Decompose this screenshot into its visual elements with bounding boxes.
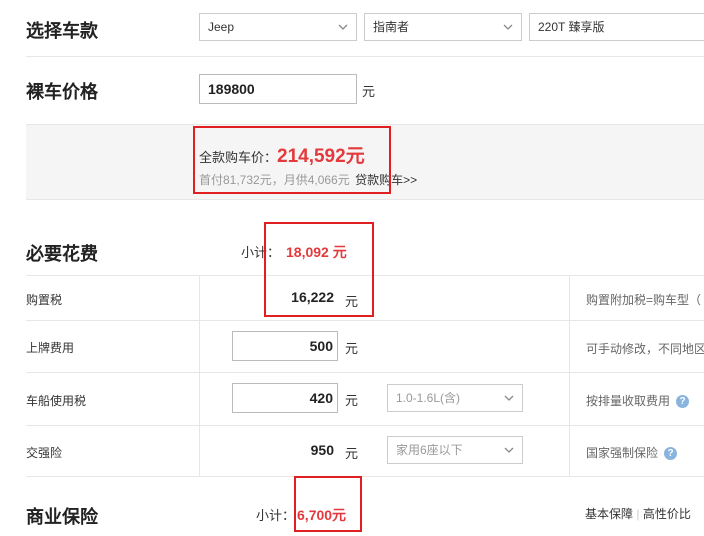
vehicle-tax-label: 车船使用税: [26, 394, 87, 408]
series-select[interactable]: 指南者: [364, 13, 522, 41]
bare-price-input[interactable]: 189800: [199, 74, 357, 104]
vehicle-tax-input[interactable]: 420: [232, 383, 338, 413]
value-plan-link[interactable]: 高性价比: [643, 507, 691, 521]
chevron-down-icon: [338, 24, 348, 30]
table-line: [26, 476, 704, 477]
brand-select[interactable]: Jeep: [199, 13, 357, 41]
commercial-subtotal-label: 小计：: [256, 508, 296, 523]
brand-select-value: Jeep: [208, 20, 235, 34]
chevron-down-icon: [504, 447, 514, 453]
trim-select[interactable]: 220T 臻享版: [529, 13, 704, 41]
compulsory-insurance-value: 950: [310, 442, 334, 458]
displacement-select[interactable]: 1.0-1.6L(含): [387, 384, 523, 412]
displacement-select-value: 1.0-1.6L(含): [396, 391, 461, 405]
seat-select-value: 家用6座以下: [396, 443, 463, 457]
plate-fee-note: 可手动修改，不同地区: [586, 342, 704, 356]
trim-select-value: 220T 臻享版: [538, 20, 605, 34]
series-select-value: 指南者: [373, 20, 410, 34]
table-line: [26, 425, 704, 426]
link-divider: |: [636, 507, 640, 521]
purchase-tax-label: 购置税: [26, 293, 63, 307]
bare-price-title: 裸车价格: [26, 82, 98, 102]
basic-plan-link[interactable]: 基本保障: [585, 507, 633, 521]
plate-fee-input[interactable]: 500: [232, 331, 338, 361]
purchase-tax-note: 购置附加税=购车型（: [586, 293, 702, 307]
vehicle-tax-note-text: 按排量收取费用: [586, 394, 671, 408]
vehicle-tax-unit: 元: [345, 393, 359, 408]
highlight-box: [294, 476, 362, 532]
compulsory-insurance-note-text: 国家强制保险: [586, 446, 659, 460]
chevron-down-icon: [504, 395, 514, 401]
help-icon[interactable]: ?: [676, 395, 690, 409]
help-icon[interactable]: ?: [664, 447, 678, 461]
table-line: [26, 372, 704, 373]
table-line: [569, 275, 570, 476]
highlight-box: [193, 126, 391, 194]
select-model-title: 选择车款: [26, 21, 98, 41]
seat-select[interactable]: 家用6座以下: [387, 436, 523, 464]
vehicle-tax-note: 按排量收取费用?: [586, 392, 690, 409]
table-line: [26, 320, 704, 321]
highlight-box: [264, 222, 374, 317]
plate-fee-label: 上牌费用: [26, 341, 75, 355]
compulsory-insurance-note: 国家强制保险?: [586, 444, 678, 461]
compulsory-insurance-unit: 元: [345, 446, 359, 461]
table-line: [199, 275, 200, 476]
insurance-plan-links: 基本保障 | 高性价比: [585, 505, 691, 522]
compulsory-insurance-label: 交强险: [26, 446, 63, 460]
chevron-down-icon: [503, 24, 513, 30]
required-title: 必要花费: [26, 244, 98, 264]
bare-price-unit: 元: [362, 84, 376, 99]
divider: [26, 56, 704, 57]
plate-fee-unit: 元: [345, 341, 359, 356]
commercial-title: 商业保险: [26, 507, 98, 527]
